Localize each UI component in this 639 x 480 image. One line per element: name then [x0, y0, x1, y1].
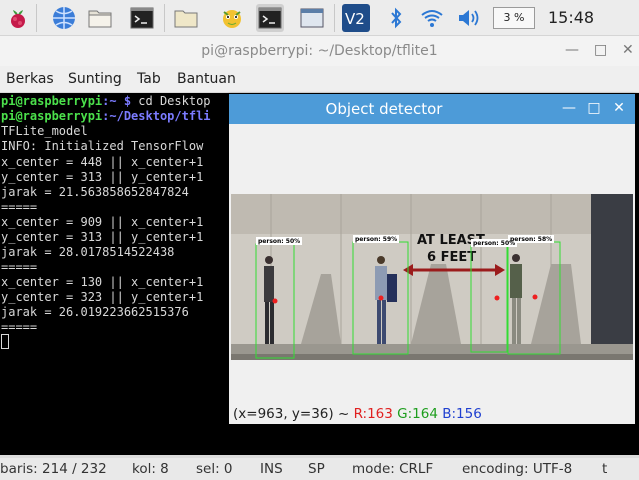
output-line: x_center = 909 || x_center+1 — [1, 215, 204, 229]
status-sp: SP — [308, 461, 325, 477]
camera-frame-svg: AT LEAST 6 FEET person: 50% person: 59% … — [231, 194, 633, 360]
center-point — [532, 294, 538, 300]
output-line: x_center = 130 || x_center+1 — [1, 275, 204, 289]
output-line: x_center = 448 || x_center+1 — [1, 155, 204, 169]
web-browser-icon[interactable] — [50, 4, 78, 32]
output-line: INFO: Initialized TensorFlow — [1, 139, 204, 153]
pixel-coords: (x=963, y=36) ~ — [233, 406, 354, 422]
terminal-window-icon[interactable] — [256, 4, 284, 32]
camera-frame[interactable]: AT LEAST 6 FEET person: 50% person: 59% … — [231, 194, 633, 360]
volume-icon[interactable] — [454, 4, 482, 32]
output-line: jarak = 28.0178514522438 — [1, 245, 175, 259]
generic-window-icon[interactable] — [298, 4, 326, 32]
vnc-icon[interactable]: V2 — [342, 4, 370, 32]
output-line: y_center = 323 || y_center+1 — [1, 290, 204, 304]
center-point — [494, 295, 500, 301]
menu-item-tab[interactable]: Tab — [137, 71, 161, 87]
pixel-blue: B:156 — [442, 406, 482, 422]
maximize-icon[interactable]: □ — [584, 98, 604, 118]
terminal-title: pi@raspberrypi: ~/Desktop/tflite1 — [201, 43, 438, 59]
output-line: jarak = 26.019223662515376 — [1, 305, 189, 319]
terminal-icon[interactable] — [128, 4, 156, 32]
terminal-cursor — [1, 334, 9, 349]
pixel-green: G:164 — [397, 406, 438, 422]
sign-text-line2: 6 FEET — [427, 250, 476, 265]
object-detector-window[interactable]: Object detector — □ ✕ AT LEAST 6 FEET pe… — [229, 94, 635, 424]
cpu-monitor[interactable]: 3 % — [493, 7, 535, 29]
center-point — [272, 298, 278, 304]
close-icon[interactable]: ✕ — [609, 98, 629, 118]
menu-item-berkas[interactable]: Berkas — [6, 71, 54, 87]
raspberry-menu-icon[interactable] — [4, 4, 32, 32]
minimize-icon[interactable]: — — [559, 98, 579, 118]
status-col: kol: 8 — [132, 461, 169, 477]
status-line: baris: 214 / 232 — [0, 461, 107, 477]
close-icon[interactable]: ✕ — [622, 42, 634, 58]
status-mode: mode: CRLF — [352, 461, 434, 477]
status-sel: sel: 0 — [196, 461, 233, 477]
top-panel: V2 3 % 15:48 — [0, 0, 639, 36]
menu-item-sunting[interactable]: Sunting — [68, 71, 122, 87]
menu-item-bantuan[interactable]: Bantuan — [177, 71, 236, 87]
terminal-titlebar[interactable]: pi@raspberrypi: ~/Desktop/tflite1 — □ ✕ — [0, 36, 639, 66]
object-detector-titlebar[interactable]: Object detector — □ ✕ — [229, 94, 635, 124]
person-figure — [264, 256, 274, 344]
file-manager-window-icon[interactable] — [172, 4, 200, 32]
detection-label: person: 50% — [258, 238, 300, 245]
pixel-info-readout: (x=963, y=36) ~ R:163 G:164 B:156 — [233, 406, 482, 422]
detection-label: person: 59% — [355, 236, 397, 243]
detection-label: person: 58% — [510, 236, 552, 243]
object-detector-window-icon[interactable] — [218, 4, 246, 32]
minimize-icon[interactable]: — — [565, 42, 579, 58]
center-point — [378, 295, 384, 301]
output-line: ===== — [1, 260, 38, 274]
prompt-line-1: pi@raspberrypi:~ $ cd Desktop — [1, 94, 211, 108]
object-detector-title: Object detector — [325, 100, 443, 118]
terminal-menubar: Berkas Sunting Tab Bantuan — [0, 66, 639, 93]
detector-canvas[interactable]: AT LEAST 6 FEET person: 50% person: 59% … — [229, 124, 635, 424]
status-encoding: encoding: UTF-8 — [462, 461, 573, 477]
bluetooth-icon[interactable] — [382, 4, 410, 32]
clock[interactable]: 15:48 — [548, 8, 594, 27]
output-line: y_center = 313 || y_center+1 — [1, 170, 204, 184]
status-ins: INS — [260, 461, 283, 477]
maximize-icon[interactable]: □ — [594, 42, 607, 58]
prompt-line-2: pi@raspberrypi:~/Desktop/tfli — [1, 109, 211, 123]
pixel-red: R:163 — [353, 406, 393, 422]
output-line: ===== — [1, 200, 38, 214]
detection-label: person: 50% — [473, 240, 515, 247]
output-line: y_center = 313 || y_center+1 — [1, 230, 204, 244]
output-line: TFLite_model — [1, 124, 88, 138]
file-manager-icon[interactable] — [86, 4, 114, 32]
svg-text:V2: V2 — [345, 10, 365, 28]
status-tail: t — [602, 461, 608, 477]
output-line: jarak = 21.563858652847824 — [1, 185, 189, 199]
terminal-statusbar: baris: 214 / 232 kol: 8 sel: 0 INS SP mo… — [0, 458, 639, 480]
wifi-icon[interactable] — [418, 4, 446, 32]
desktop-screen: { "taskbar": { "cpu": "3 %", "clock": "1… — [0, 0, 639, 480]
